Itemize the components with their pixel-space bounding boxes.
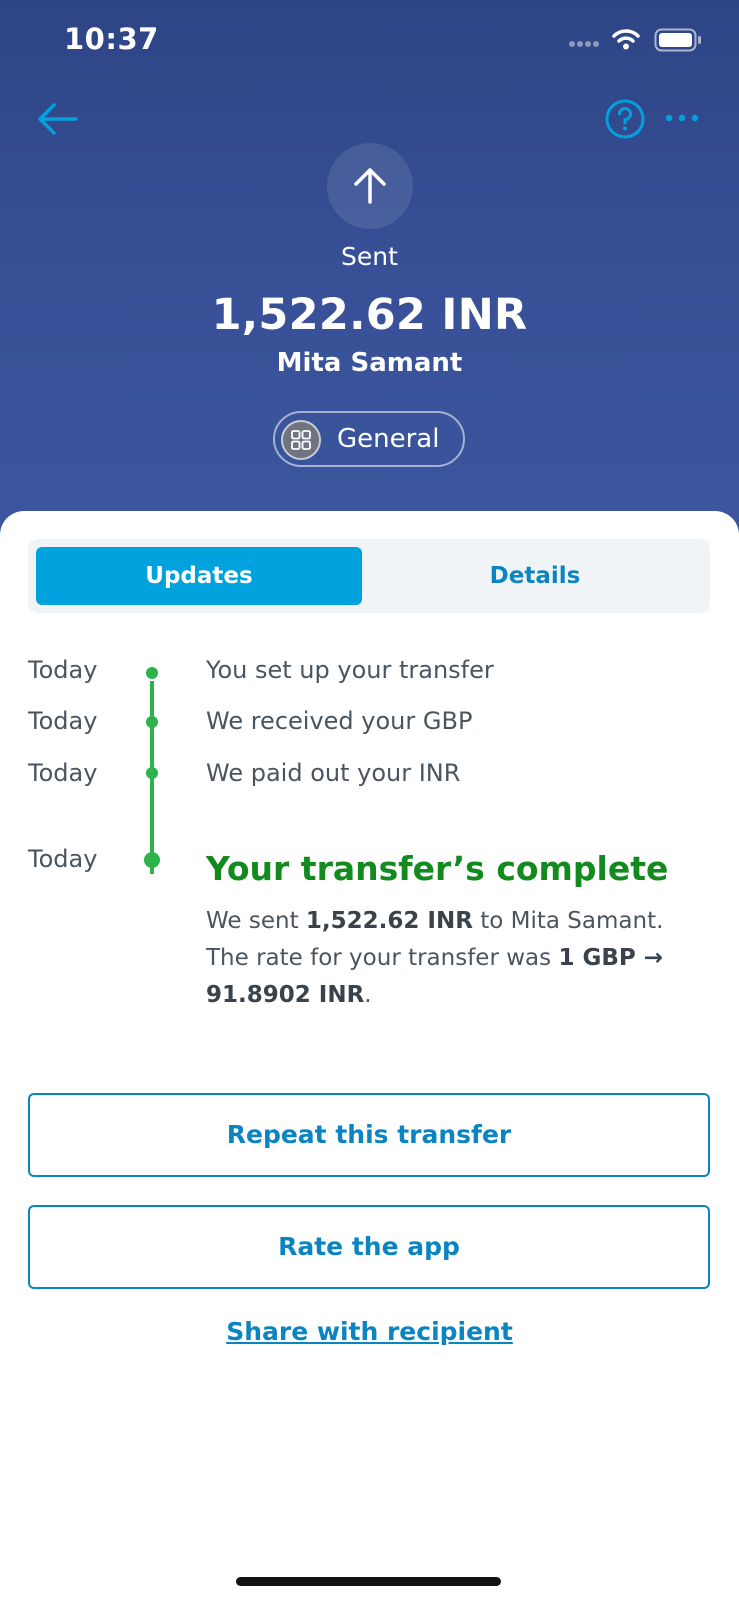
transfer-complete-description: We sent 1,522.62 INR to Mita Samant. The… [206, 908, 664, 1008]
signal-icon [569, 41, 599, 47]
timeline-event: We paid out your INR [206, 759, 461, 787]
more-icon[interactable] [664, 106, 700, 130]
status-bar: 10:37 [0, 0, 739, 80]
timeline-date: Today [28, 707, 98, 735]
wifi-icon [612, 29, 640, 50]
recipient-name: Mita Samant [276, 348, 463, 378]
category-label: General [337, 424, 440, 454]
desc-amount: 1,522.62 INR [305, 908, 473, 934]
help-icon[interactable] [604, 98, 646, 140]
sent-status-badge [327, 143, 413, 229]
timeline-event: You set up your transfer [206, 656, 494, 684]
tab-bar: Updates Details [28, 539, 710, 613]
grid-icon [291, 430, 311, 450]
timeline-dot [146, 767, 158, 779]
timeline-date: Today [28, 845, 98, 873]
share-with-recipient-link[interactable]: Share with recipient [0, 1317, 739, 1346]
timeline-dot-current [144, 852, 160, 868]
status-time: 10:37 [64, 22, 159, 56]
timeline-dot [146, 667, 158, 679]
transfer-detail-sheet: Updates Details Today You set up your tr… [0, 511, 739, 1600]
category-chip[interactable]: General [273, 411, 465, 467]
transfer-amount: 1,522.62 INR [211, 290, 528, 340]
home-indicator [236, 1577, 501, 1586]
tab-details[interactable]: Details [368, 547, 702, 605]
timeline-date: Today [28, 759, 98, 787]
transfer-status-label: Sent [341, 242, 398, 271]
timeline-event: We received your GBP [206, 707, 473, 735]
transfer-header: 10:37 Sent 1,522.62 INR Mita Samant Gene… [0, 0, 739, 560]
repeat-transfer-button[interactable]: Repeat this transfer [28, 1093, 710, 1177]
upload-arrow-icon [354, 168, 386, 204]
rate-app-button[interactable]: Rate the app [28, 1205, 710, 1289]
timeline-dot [146, 716, 158, 728]
battery-icon [654, 28, 701, 52]
timeline-date: Today [28, 656, 98, 684]
category-avatar [281, 420, 321, 460]
transfer-complete-title: Your transfer’s complete [206, 849, 669, 888]
tab-updates[interactable]: Updates [36, 547, 362, 605]
back-arrow-icon[interactable] [34, 96, 80, 142]
